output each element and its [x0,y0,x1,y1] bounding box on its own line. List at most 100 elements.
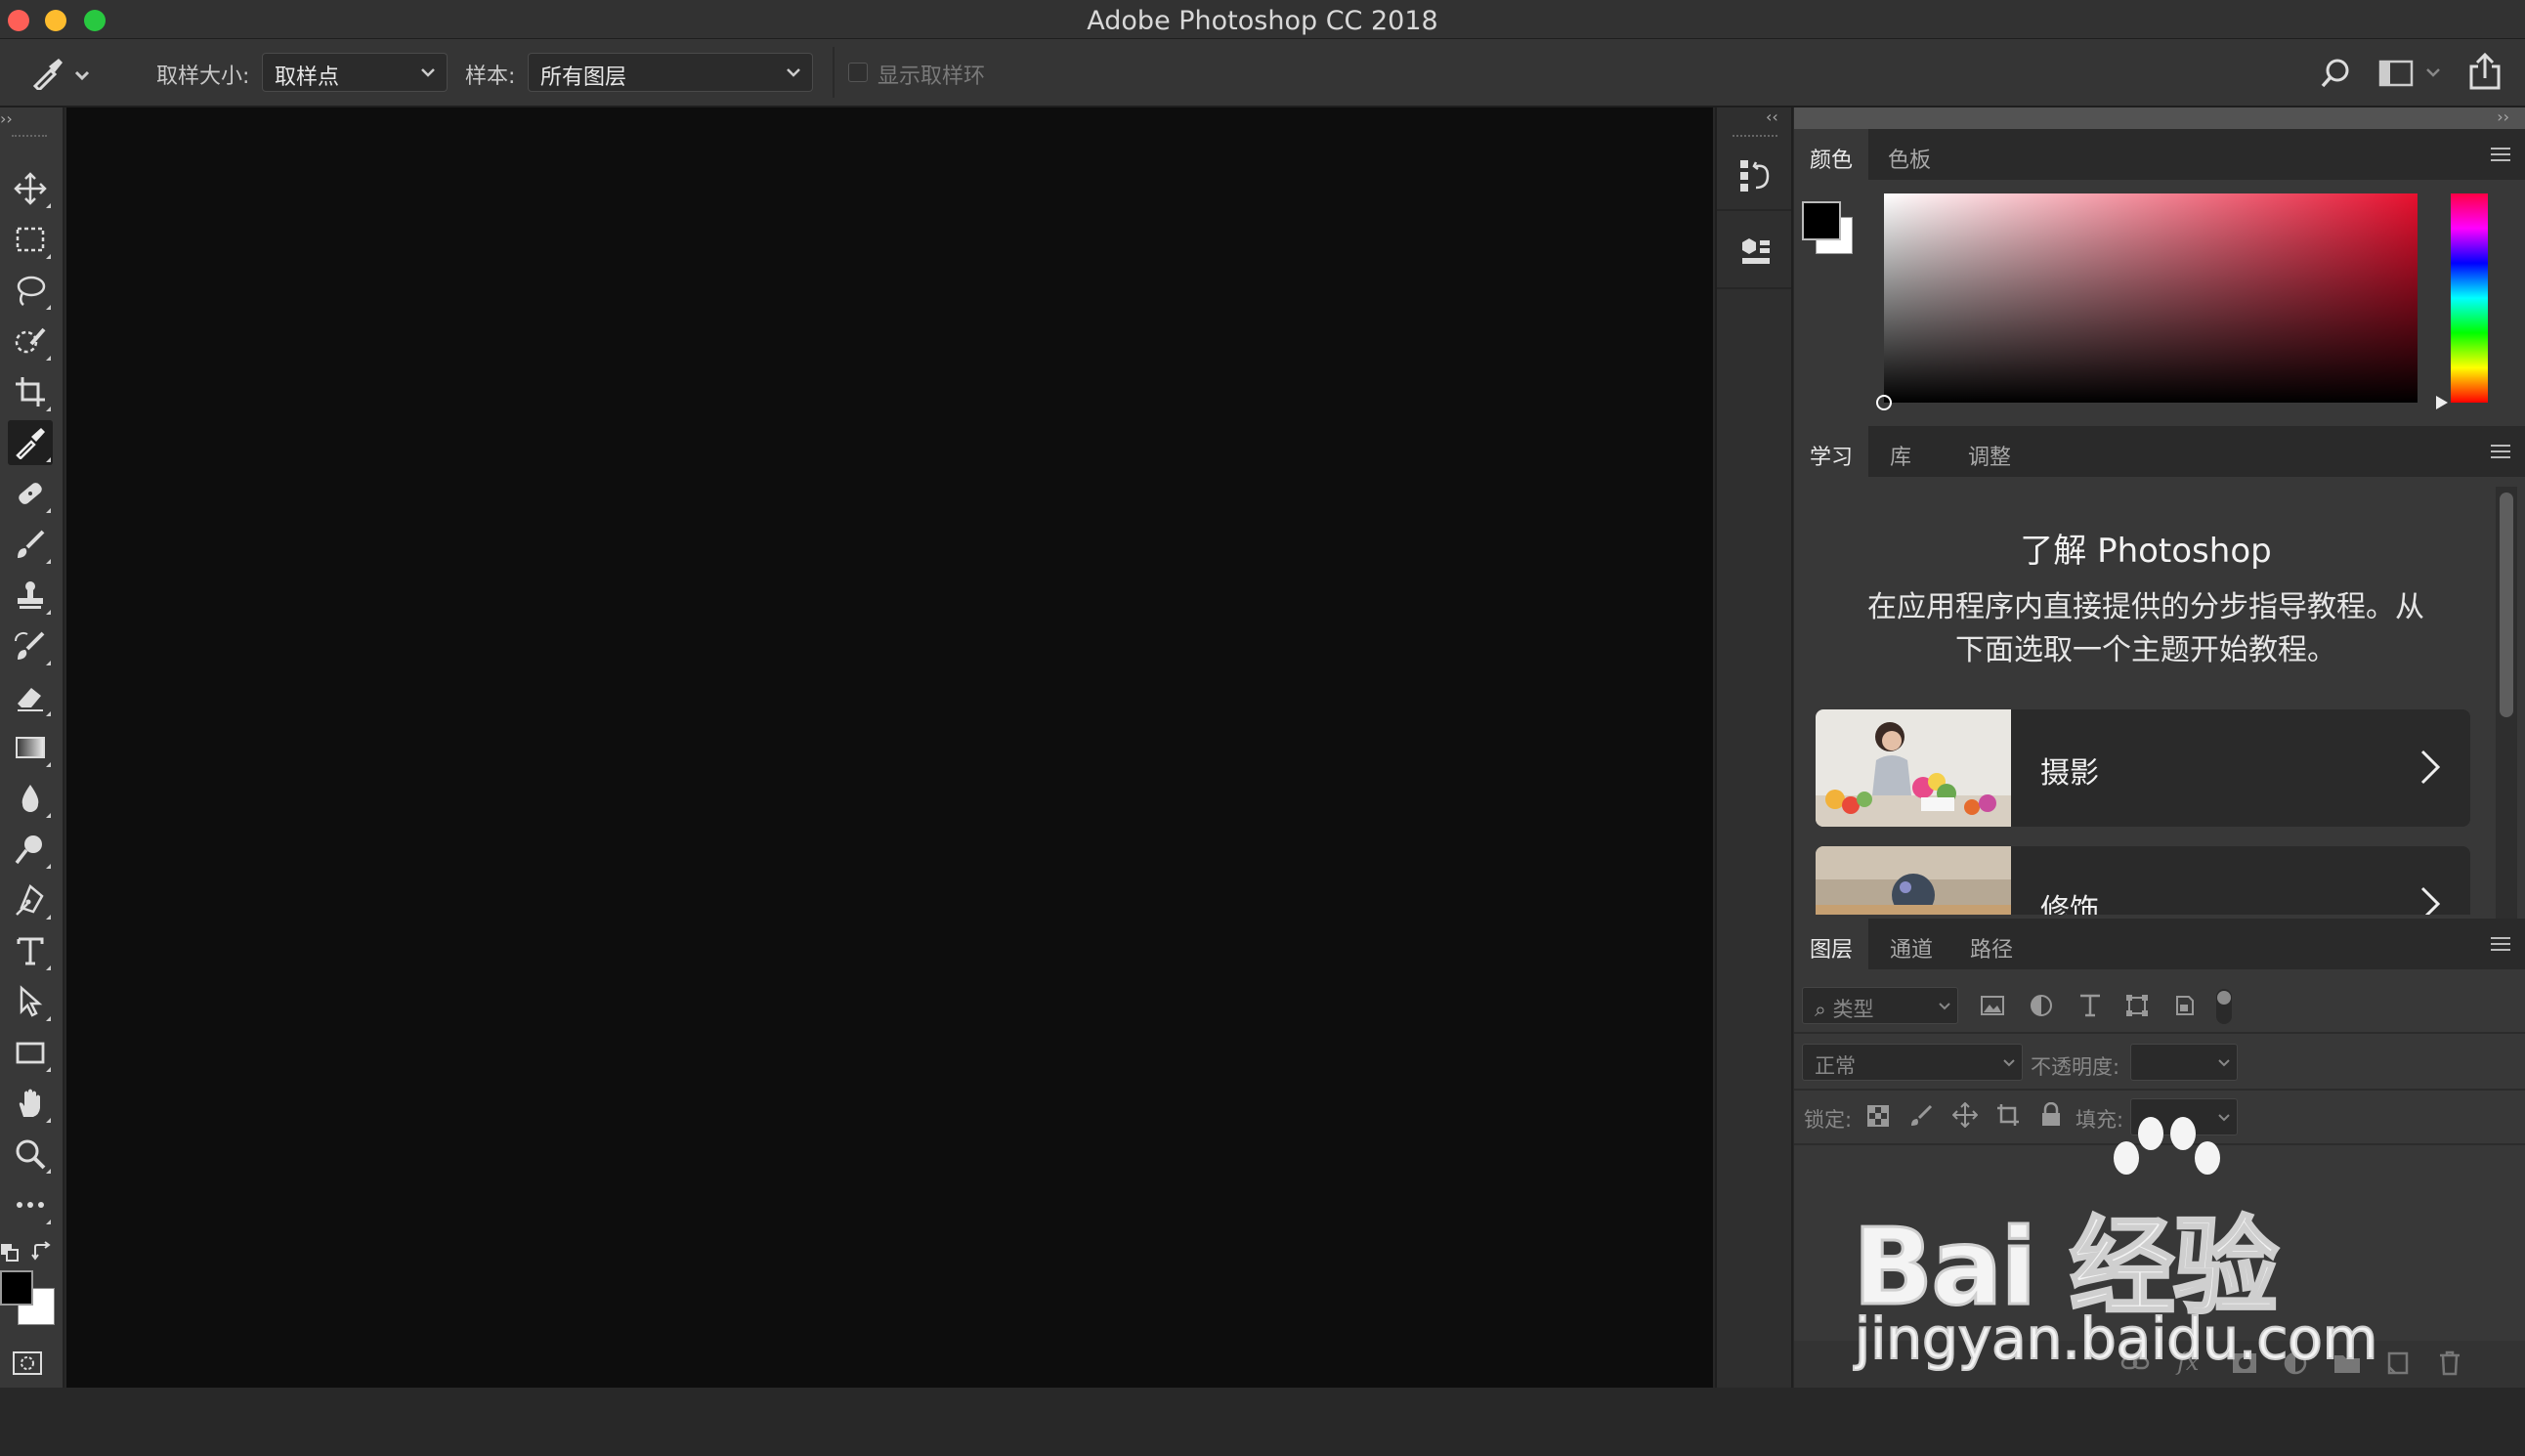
swap-colors-icon[interactable] [31,1241,53,1263]
rectangle-tool[interactable] [8,1030,53,1075]
layers-panel: 图层 通道 路径 ⌕ 类型 正常 不透明度: 锁定: 填充: fx [1794,919,2525,1388]
lock-position-icon[interactable] [1952,1102,1978,1128]
dock-divider [1717,209,1791,211]
tab-swatches[interactable]: 色板 [1872,129,1947,180]
opacity-field[interactable] [2130,1044,2238,1081]
brush-tool[interactable] [8,522,53,567]
learn-card-retouch[interactable]: 修饰 [1816,846,2470,915]
layers-list[interactable] [1794,1145,2525,1341]
lock-transparency-icon[interactable] [1866,1104,1890,1128]
link-icon[interactable] [2120,1352,2150,1374]
retouch-thumbnail [1816,846,2011,915]
history-brush-tool[interactable] [8,623,53,668]
learn-card-photography[interactable]: 摄影 [1816,709,2470,827]
new-layer-icon[interactable] [2386,1350,2410,1376]
chevron-down-icon [2218,1059,2230,1067]
pen-tool[interactable] [8,878,53,922]
lock-pixels-icon[interactable] [1909,1104,1933,1128]
lock-artboard-icon[interactable] [1995,1102,2021,1128]
learn-scrollbar-thumb[interactable] [2500,492,2513,717]
collapse-panels-icon[interactable]: ›› [2497,107,2509,126]
dodge-tool[interactable] [8,827,53,872]
learn-description-line1: 在应用程序内直接提供的分步指导教程。从 [1867,590,2424,624]
properties-panel-icon[interactable] [1738,235,1774,270]
collapse-dock-icon[interactable]: ‹‹ [1766,107,1778,126]
opacity-label: 不透明度: [2031,1055,2120,1079]
move-tool[interactable] [8,166,53,211]
foreground-color-swatch[interactable] [0,1270,33,1306]
show-ring-checkbox[interactable] [848,63,868,82]
chevron-down-icon [2218,1114,2230,1122]
blend-mode-select[interactable]: 正常 [1802,1044,2023,1081]
history-panel-icon[interactable] [1738,156,1774,195]
tab-channels[interactable]: 通道 [1874,919,1948,969]
panel-foreground-swatch[interactable] [1802,201,1841,240]
blur-tool[interactable] [8,776,53,821]
marquee-tool[interactable] [8,217,53,262]
lasso-tool[interactable] [8,268,53,313]
color-picker-handle[interactable] [1876,395,1892,410]
eraser-tool[interactable] [8,674,53,719]
type-tool[interactable] [8,928,53,973]
panels-column: ›› 颜色 色板 学习 库 调整 了解 Photoshop 在应用程序内直接提供… [1794,107,2525,1388]
mask-icon[interactable] [2232,1352,2257,1374]
sample-size-select[interactable]: 取样点 [262,53,448,92]
edit-toolbar-button[interactable] [8,1182,53,1227]
trash-icon[interactable] [2439,1350,2461,1376]
layers-panel-tabs: 图层 通道 路径 [1794,919,2525,969]
tab-layers[interactable]: 图层 [1794,919,1869,969]
dock-grip[interactable] [1733,135,1777,137]
fx-icon[interactable]: fx [2177,1349,2199,1376]
clone-stamp-tool[interactable] [8,573,53,618]
hand-tool[interactable] [8,1081,53,1126]
layer-filter-value: 类型 [1832,998,1874,1021]
type-layer-filter-icon[interactable] [2077,993,2103,1018]
window-title: Adobe Photoshop CC 2018 [1087,6,1438,36]
workspace-switcher[interactable] [2378,59,2447,88]
fill-field[interactable] [2130,1098,2238,1135]
lock-all-icon[interactable] [2040,1102,2062,1128]
tab-adjustments[interactable]: 调整 [1952,426,2027,477]
move-icon [14,172,47,205]
eyedropper-tool[interactable] [8,420,53,465]
shape-layer-filter-icon[interactable] [2124,993,2150,1018]
folder-icon[interactable] [2333,1352,2361,1374]
hue-slider[interactable] [2451,193,2488,403]
tool-preset-picker[interactable] [29,57,92,90]
workspace-icon [2378,60,2440,87]
tab-libraries[interactable]: 库 [1874,426,1927,477]
expand-toolbar-icon[interactable]: ›› [0,109,13,128]
default-colors-icon[interactable] [0,1243,20,1263]
learn-heading: 了解 Photoshop [2020,532,2272,571]
quick-mask-icon[interactable] [12,1350,43,1376]
crop-tool[interactable] [8,369,53,414]
pixel-layer-filter-icon[interactable] [1980,993,2005,1018]
tab-color[interactable]: 颜色 [1794,129,1869,180]
toolbar-grip[interactable] [12,135,47,139]
adjustment-layer-filter-icon[interactable] [2029,993,2054,1018]
sample-select[interactable]: 所有图层 [528,53,813,92]
quick-selection-tool[interactable] [8,319,53,364]
panel-menu-icon[interactable] [2490,147,2511,162]
healing-brush-tool[interactable] [8,471,53,516]
zoom-tool[interactable] [8,1132,53,1177]
stamp-icon [18,581,43,609]
hue-slider-handle[interactable] [2435,395,2449,410]
filter-toggle-switch[interactable] [2216,989,2232,1024]
saturation-brightness-field[interactable] [1884,193,2418,403]
zoom-icon [16,1139,46,1170]
learn-scrollbar-track[interactable] [2496,487,2517,975]
search-icon[interactable] [2320,57,2353,90]
adjustment-icon[interactable] [2283,1350,2308,1376]
tab-learn[interactable]: 学习 [1794,426,1869,477]
document-canvas-area[interactable] [66,107,1713,1388]
chevron-right-icon [2420,749,2441,785]
path-selection-tool[interactable] [8,979,53,1024]
share-icon[interactable] [2468,53,2502,90]
panel-menu-icon[interactable] [2490,444,2511,459]
tab-paths[interactable]: 路径 [1954,919,2029,969]
gradient-tool[interactable] [8,725,53,770]
smart-object-filter-icon[interactable] [2171,993,2197,1018]
panel-menu-icon[interactable] [2490,936,2511,952]
layer-filter-select[interactable]: ⌕ 类型 [1802,987,1958,1024]
